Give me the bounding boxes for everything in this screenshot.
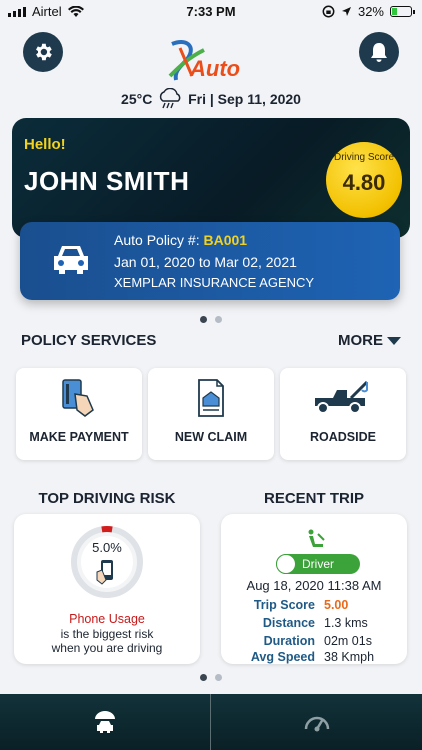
nav-driving-tab[interactable] xyxy=(211,694,422,750)
speedometer-icon xyxy=(304,716,329,732)
battery-level xyxy=(392,8,398,15)
gear-icon xyxy=(36,43,52,61)
toggle-knob xyxy=(276,554,296,574)
driver-seat-icon xyxy=(308,529,325,547)
car-icon xyxy=(54,246,88,274)
settings-button[interactable] xyxy=(23,32,63,72)
card-pager xyxy=(0,316,422,323)
more-button[interactable]: MORE xyxy=(338,332,401,349)
pager-dot-active[interactable] xyxy=(200,674,207,681)
policy-period: Jan 01, 2020 to Mar 02, 2021 xyxy=(114,254,297,270)
avg-speed-value: 38 Kmph xyxy=(324,650,375,664)
rotation-lock-icon xyxy=(322,5,335,18)
temperature: 25°C xyxy=(121,91,153,107)
driving-score-value: 4.80 xyxy=(342,170,386,195)
trip-datetime: Aug 18, 2020 11:38 AM xyxy=(246,578,382,593)
policy-services-title: POLICY SERVICES xyxy=(21,332,157,349)
trip-score-value: 5.00 xyxy=(324,598,349,612)
weather-date: Fri | Sep 11, 2020 xyxy=(188,91,301,107)
risk-line-3: when you are driving xyxy=(51,641,163,655)
greeting-hello: Hello! xyxy=(24,136,66,153)
driving-score-label: Driving Score xyxy=(333,152,395,163)
tow-truck-icon xyxy=(315,380,369,414)
weather-bar: 25°C Fri | Sep 11, 2020 xyxy=(0,87,422,110)
roadside-label: ROADSIDE xyxy=(310,430,376,444)
cloud-rain-icon xyxy=(160,87,181,109)
pager-dot[interactable] xyxy=(215,674,222,681)
notifications-button[interactable] xyxy=(359,32,399,72)
claim-document-icon xyxy=(198,379,224,417)
policy-number: BA001 xyxy=(203,232,248,248)
distance-label: Distance xyxy=(262,616,315,630)
driving-risk-card[interactable]: 5.0% Phone Usage is the biggest risk whe… xyxy=(14,514,200,664)
risk-percent: 5.0% xyxy=(92,540,122,555)
risk-line-2: is the biggest risk xyxy=(60,627,154,641)
distance-value: 1.3 kms xyxy=(324,616,368,630)
new-claim-label: NEW CLAIM xyxy=(174,430,248,444)
card-payment-icon xyxy=(62,379,94,417)
pager-dot[interactable] xyxy=(215,316,222,323)
new-claim-button[interactable]: NEW CLAIM xyxy=(148,368,274,460)
bell-icon xyxy=(371,43,387,62)
user-name: JOHN SMITH xyxy=(24,166,190,196)
make-payment-button[interactable]: MAKE PAYMENT xyxy=(16,368,142,460)
policy-card[interactable]: Auto Policy #: BA001 Jan 01, 2020 to Mar… xyxy=(20,222,400,300)
battery-percent: 32% xyxy=(357,4,384,19)
battery-icon xyxy=(390,6,415,17)
trip-mode-label: Driver xyxy=(302,557,334,571)
status-bar: Airtel 7:33 PM 32% xyxy=(0,0,422,24)
policy-label: Auto Policy #: xyxy=(114,232,200,248)
trip-mode-toggle[interactable]: Driver xyxy=(276,554,360,574)
recent-trip-title: RECENT TRIP xyxy=(263,490,364,507)
umbrella-car-icon xyxy=(95,711,115,733)
insights-pager xyxy=(0,674,422,681)
logo-text: Auto xyxy=(190,56,241,81)
phone-in-hand-icon xyxy=(96,560,113,585)
location-arrow-icon xyxy=(341,7,351,16)
driving-score-badge[interactable]: Driving Score 4.80 xyxy=(326,142,402,218)
roadside-button[interactable]: ROADSIDE xyxy=(280,368,406,460)
bottom-nav xyxy=(0,694,422,750)
risk-name: Phone Usage xyxy=(69,612,145,626)
make-payment-label: MAKE PAYMENT xyxy=(29,430,129,444)
more-label: MORE xyxy=(338,332,383,349)
trip-score-label: Trip Score xyxy=(253,598,315,612)
avg-speed-label: Avg Speed xyxy=(250,650,315,664)
policy-agency: XEMPLAR INSURANCE AGENCY xyxy=(114,275,315,290)
nav-home-tab[interactable] xyxy=(0,694,210,750)
top-driving-risk-title: TOP DRIVING RISK xyxy=(38,490,176,507)
caret-down-icon xyxy=(387,337,401,346)
pager-dot-active[interactable] xyxy=(200,316,207,323)
duration-label: Duration xyxy=(263,634,315,648)
duration-value: 02m 01s xyxy=(324,634,372,648)
